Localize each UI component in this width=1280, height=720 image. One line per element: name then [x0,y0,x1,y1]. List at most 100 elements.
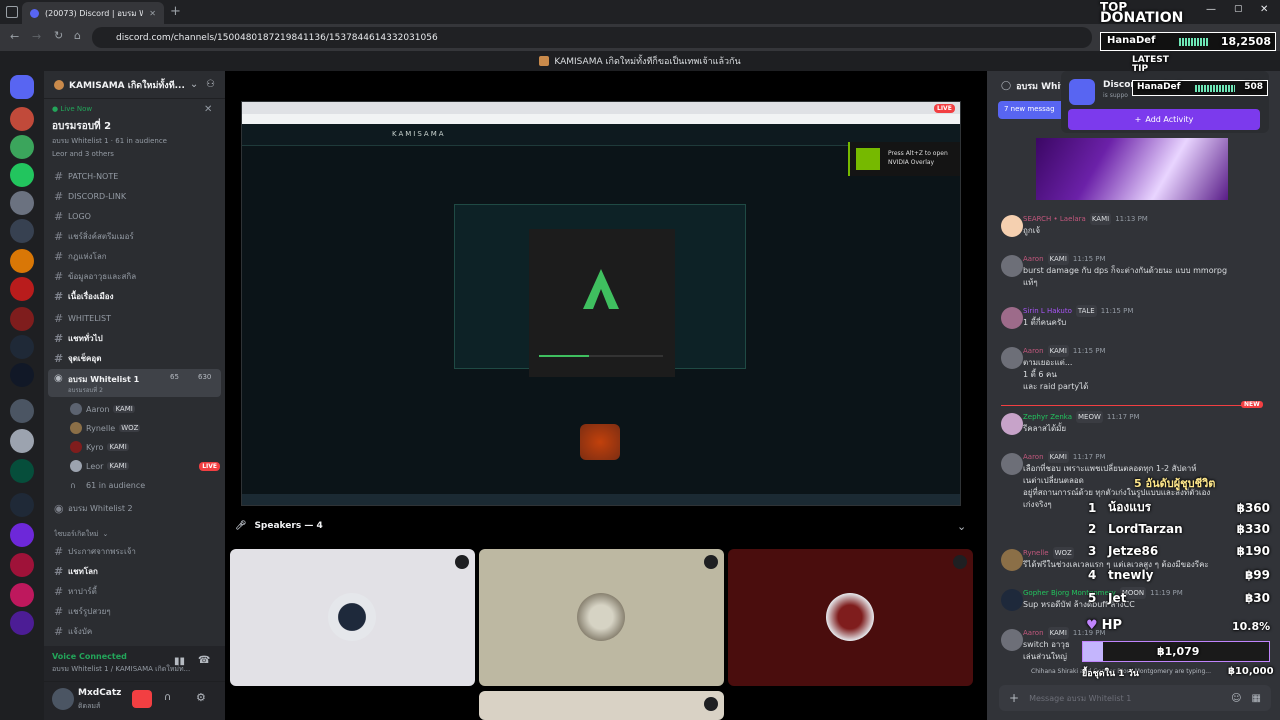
disconnect-icon[interactable]: ☎ [198,655,210,666]
gear-icon[interactable]: ⚙ [196,691,206,704]
server-icon-9[interactable] [10,335,34,359]
voice-member[interactable]: Kyro KAMI [70,439,129,455]
speaker-icon: ◉ [54,373,63,384]
channel-label: LOGO [68,211,91,221]
channel-weapons[interactable]: # ข้อมูลอาวุธและสกิล [54,267,219,285]
message[interactable]: Aaron KAMI 11:15 PM burst damage กับ dps ก็… [1001,253,1271,289]
rank-amount: ฿30 [1244,591,1270,605]
channel-general[interactable]: # แชททั่วไป [54,329,219,347]
channel-patch-note[interactable]: # PATCH-NOTE [54,167,219,185]
server-icon-2[interactable] [10,135,34,159]
add-activity-button[interactable]: + Add Activity [1068,109,1260,130]
channel-label: แชร์รูปสวยๆ [68,606,111,616]
chevron-down-icon[interactable]: ⌄ [957,520,966,533]
close-event-icon[interactable]: ✕ [204,104,212,115]
message-input-bar[interactable]: + Message อบรม Whitelist 1 ☺ ▦ [999,685,1271,711]
channel-share-streamer[interactable]: # แชร์สิ่งค์สตรีมเมอร์ [54,227,219,245]
server-header[interactable]: KAMISAMA เกิดใหม่ทั้งที... ⌄ ⚇ [44,71,225,99]
avatar[interactable] [52,688,74,710]
speaker-tile[interactable] [479,549,724,686]
channel-label: PATCH-NOTE [68,171,119,181]
voice-member[interactable]: Aaron KAMI [70,401,135,417]
server-icon-17[interactable] [10,583,34,607]
server-icon-15[interactable] [10,523,34,547]
stage-moderator-icon [704,555,718,569]
screen-share[interactable]: LIVE KAMISAMA Press Alt+Z to open NVIDIA… [241,101,961,506]
grid-icon[interactable]: ▦ [1252,693,1261,704]
tab-overview-icon[interactable] [6,6,18,18]
server-icon-14[interactable] [10,493,34,517]
member-name: Aaron [86,404,110,414]
server-icon-6[interactable] [10,249,34,273]
channel-logo[interactable]: # LOGO [54,207,219,225]
speaker-tile[interactable] [728,549,973,686]
add-member-icon[interactable]: ⚇ [206,79,215,90]
discord-home-icon[interactable] [10,75,34,99]
browser-tab[interactable]: (20073) Discord | อบรม Whitelist 1 ✕ [22,2,164,24]
mute-icon[interactable] [132,690,152,708]
home-icon[interactable]: ⌂ [74,29,81,42]
heart-icon: ♥ [1086,618,1098,633]
message-text: รีคลาสได้มั้ย [1023,424,1067,433]
member-name: Rynelle [86,423,116,433]
voice-member[interactable]: Rynelle WOZ [70,420,141,436]
speaker-tile[interactable] [479,691,724,720]
reload-icon[interactable]: ↻ [54,29,63,42]
channel-checkout[interactable]: # จุดเช็คอุต [54,349,219,367]
server-icon-16[interactable] [10,553,34,577]
server-icon-11[interactable] [10,399,34,423]
channel-photos[interactable]: # แชร์รูปสวยๆ [54,602,219,620]
tab-close-icon[interactable]: ✕ [149,9,156,18]
new-messages-bar[interactable]: 7 new messag [998,101,1068,119]
voice-channel-active[interactable]: ◉ อบรม Whitelist 1 อบรมรอบที่ 2 65 630 [48,369,221,397]
new-tab-icon[interactable]: + [170,4,181,19]
signal-icon[interactable]: ▮▮ [174,656,185,667]
voice-member[interactable]: Leor KAMI LIVE [70,458,220,474]
channel-story[interactable]: # เนื้อเรื่องเมือง [54,287,219,305]
server-icon-1[interactable] [10,107,34,131]
author-name: Rynelle [1023,549,1049,557]
channel-label: DISCORD-LINK [68,191,127,201]
close-icon[interactable]: ✕ [1260,4,1268,15]
maximize-icon[interactable]: ▢ [1234,4,1243,14]
channel-announce[interactable]: # ประกาศจากพระเจ้า [54,542,219,560]
plus-icon[interactable]: + [1009,691,1019,705]
server-icon-12[interactable] [10,429,34,453]
channel-rules[interactable]: # กฎแห่งโลก [54,247,219,265]
speakers-label: Speakers — 4 [254,521,323,531]
category-header[interactable]: ไซบอร์เกิดใหม่ ⌄ [54,525,219,543]
voice-channel-2[interactable]: ◉ อบรม Whitelist 2 [54,499,219,517]
emoji-icon[interactable]: ☺ [1231,693,1241,704]
channel-whitelist[interactable]: # WHITELIST [54,309,219,327]
message[interactable]: Aaron KAMI 11:15 PM ตามเยอะแต่... 1 ตี้ 6 คน… [1001,345,1271,393]
member-tag: KAMI [113,405,135,413]
server-icon-8[interactable] [10,307,34,331]
channel-party[interactable]: # หาปาร์ตี้ [54,582,219,600]
speaker-tile[interactable] [230,549,475,686]
channel-world-chat[interactable]: # แชทโลก [54,562,219,580]
server-icon-7[interactable] [10,277,34,301]
rank-number: 4 [1088,568,1097,582]
forward-icon[interactable]: → [32,30,41,43]
url-field[interactable]: discord.com/channels/1500480187219841136… [92,27,1092,48]
message[interactable]: SEARCH • Laelara KAMI 11:13 PM ถูกเจ้ [1001,213,1271,237]
minimize-icon[interactable]: — [1206,4,1216,15]
channel-bugs[interactable]: # แจ้งบัค [54,622,219,640]
server-icon-18[interactable] [10,611,34,635]
shared-browser-tabs [242,102,960,114]
headphones-icon[interactable]: ∩ [164,692,171,703]
server-icon-13[interactable] [10,459,34,483]
server-icon-3[interactable] [10,163,34,187]
back-icon[interactable]: ← [10,30,19,43]
message[interactable]: Sirin L Hakuto TALE 11:15 PM 1 ตี้กี่คนครับ [1001,305,1271,329]
channel-label: กฎแห่งโลก [68,251,107,261]
server-icon-4[interactable] [10,191,34,215]
chat-bubble-icon: ◯ [1001,81,1012,91]
stage-moderator-icon [455,555,469,569]
author-tag: KAMI [1047,253,1069,265]
message[interactable]: Zephyr Zenka MEOW 11:17 PM รีคลาสได้มั้ย [1001,411,1271,435]
server-icon-5[interactable] [10,219,34,243]
message-text: 1 ตี้กี่คนครับ [1023,318,1067,327]
server-icon-10[interactable] [10,363,34,387]
channel-discord-link[interactable]: # DISCORD-LINK [54,187,219,205]
